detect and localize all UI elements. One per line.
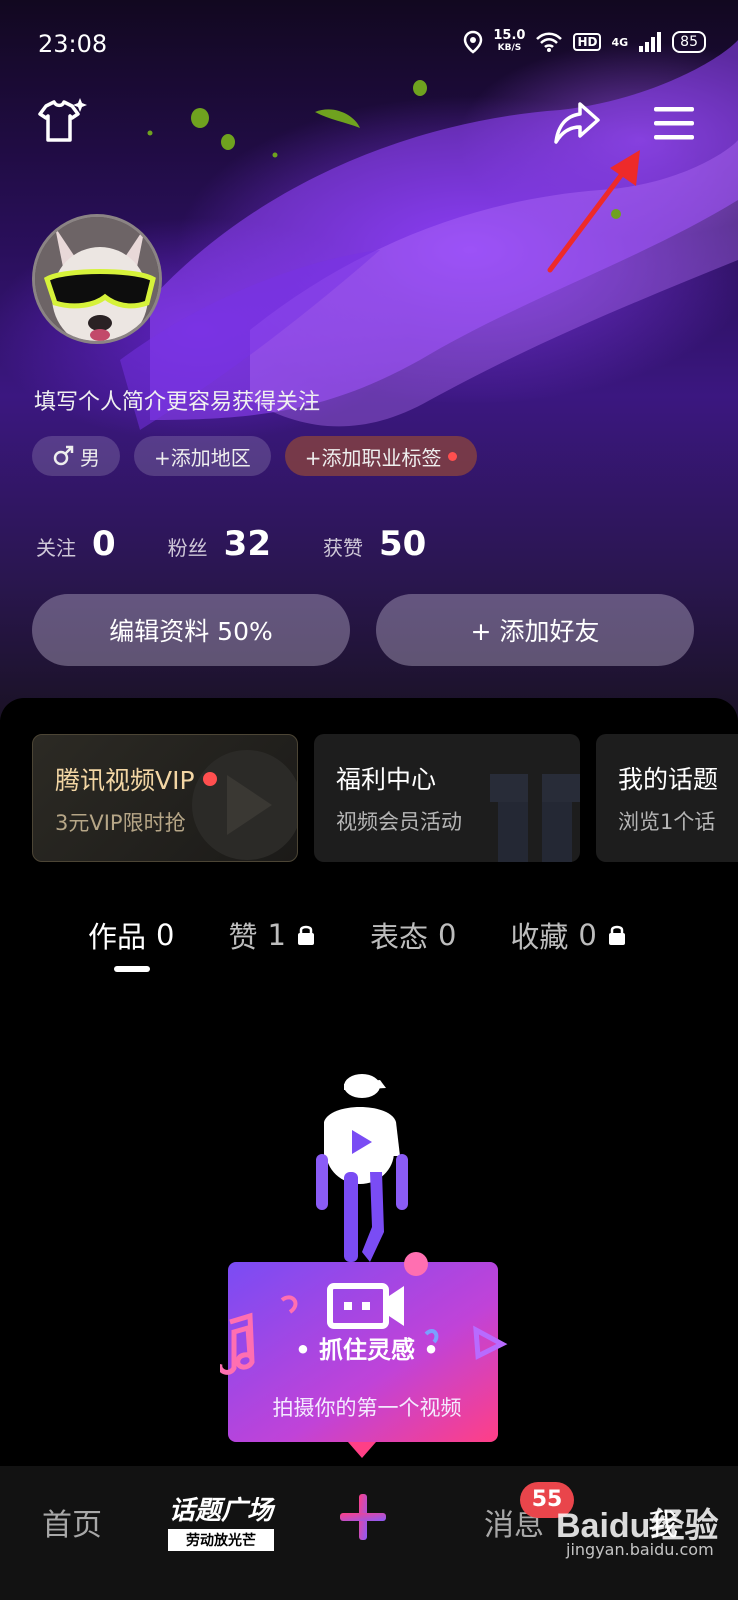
signal-icon	[639, 32, 662, 52]
welfare-card[interactable]: 福利中心 视频会员活动	[314, 734, 580, 862]
new-dot	[202, 772, 217, 786]
empty-state-subtitle[interactable]: 拍摄你的第一个视频	[228, 1392, 506, 1422]
add-friend-button[interactable]: + 添加好友	[376, 594, 694, 666]
feature-cards: 腾讯视频VIP 3元VIP限时抢 福利中心 视频会员活动 我的话题 浏览1个话	[32, 734, 738, 862]
share-icon[interactable]	[552, 100, 602, 146]
nav-home[interactable]: 首页	[42, 1500, 102, 1544]
following-stat[interactable]: 关注 0	[36, 524, 116, 564]
annotation-arrow	[547, 150, 640, 273]
wifi-icon	[536, 32, 563, 52]
add-region-tag[interactable]: +添加地区	[134, 436, 271, 476]
tab-likes-count: 1	[267, 918, 286, 952]
status-time: 23:08	[38, 30, 108, 58]
tab-favorites-count: 0	[578, 918, 597, 952]
tab-favorites-label: 收藏	[510, 920, 569, 954]
active-tab-indicator	[114, 966, 150, 972]
fans-stat[interactable]: 粉丝 32	[168, 524, 271, 564]
status-bar: 23:08 15.0 KB/S HD 4G 85	[0, 0, 738, 88]
gender-tag[interactable]: 男	[32, 436, 120, 476]
tab-likes-label: 赞	[228, 920, 258, 954]
add-career-tag[interactable]: +添加职业标签	[284, 436, 477, 476]
network-speed: 15.0 KB/S	[493, 28, 526, 53]
bio-placeholder[interactable]: 填写个人简介更容易获得关注	[34, 384, 320, 416]
menu-hamburger-icon[interactable]	[652, 104, 696, 144]
create-plus-icon[interactable]	[338, 1492, 388, 1542]
tab-reactions-count: 0	[437, 918, 457, 952]
following-label: 关注	[36, 536, 76, 560]
male-icon	[53, 445, 74, 466]
avatar[interactable]	[32, 214, 162, 344]
status-icons: 15.0 KB/S HD 4G 85	[463, 28, 706, 54]
topic-square-subtitle: 劳动放光芒	[168, 1529, 274, 1551]
welfare-card-subtitle: 视频会员活动	[336, 810, 462, 834]
new-dot	[447, 451, 457, 461]
my-topics-card[interactable]: 我的话题 浏览1个话	[596, 734, 738, 862]
my-topics-card-title: 我的话题	[618, 765, 719, 794]
nav-topic-square[interactable]: 话题广场 劳动放光芒	[168, 1490, 274, 1551]
welfare-card-title: 福利中心	[336, 765, 437, 794]
likes-label: 获赞	[323, 536, 363, 560]
tab-favorites[interactable]: 收藏 0	[510, 914, 626, 956]
hd-badge: HD	[573, 33, 602, 51]
profile-actions: 编辑资料 50% + 添加好友	[32, 594, 694, 666]
vip-card-subtitle: 3元VIP限时抢	[55, 811, 186, 835]
empty-state-title[interactable]: • 抓住灵感 •	[228, 1330, 506, 1365]
add-career-label: +添加职业标签	[304, 445, 442, 470]
likes-count: 50	[379, 524, 427, 564]
following-count: 0	[92, 524, 116, 564]
tab-likes[interactable]: 赞 1	[228, 914, 315, 956]
lock-icon	[297, 925, 314, 945]
fans-count: 32	[223, 524, 271, 564]
edit-profile-button[interactable]: 编辑资料 50%	[32, 594, 350, 666]
content-tabs: 作品 0 赞 1 表态 0 收藏 0	[88, 914, 627, 972]
profile-stats: 关注 0 粉丝 32 获赞 50	[36, 524, 478, 564]
tab-works-label: 作品	[88, 920, 147, 954]
lock-icon	[608, 925, 625, 945]
gender-label: 男	[80, 445, 100, 470]
vip-card-title: 腾讯视频VIP	[55, 761, 297, 797]
network-type: 4G	[611, 35, 629, 49]
tab-reactions[interactable]: 表态 0	[370, 914, 456, 956]
add-region-label: +添加地区	[154, 445, 251, 470]
outfit-shirt-icon[interactable]	[32, 96, 92, 148]
topic-square-title: 话题广场	[168, 1496, 273, 1526]
tab-works-count: 0	[156, 918, 175, 952]
profile-tags: 男 +添加地区 +添加职业标签	[32, 436, 477, 476]
tab-reactions-label: 表态	[369, 920, 428, 954]
likes-stat[interactable]: 获赞 50	[323, 524, 426, 564]
fans-label: 粉丝	[167, 536, 208, 560]
baidu-watermark-url: jingyan.baidu.com	[566, 1540, 714, 1559]
tab-works[interactable]: 作品 0	[88, 914, 175, 972]
dog-avatar-image	[35, 217, 159, 341]
location-icon	[464, 30, 483, 54]
my-topics-card-subtitle: 浏览1个话	[618, 810, 716, 834]
battery-indicator: 85	[672, 31, 706, 53]
vip-card[interactable]: 腾讯视频VIP 3元VIP限时抢	[32, 734, 298, 862]
